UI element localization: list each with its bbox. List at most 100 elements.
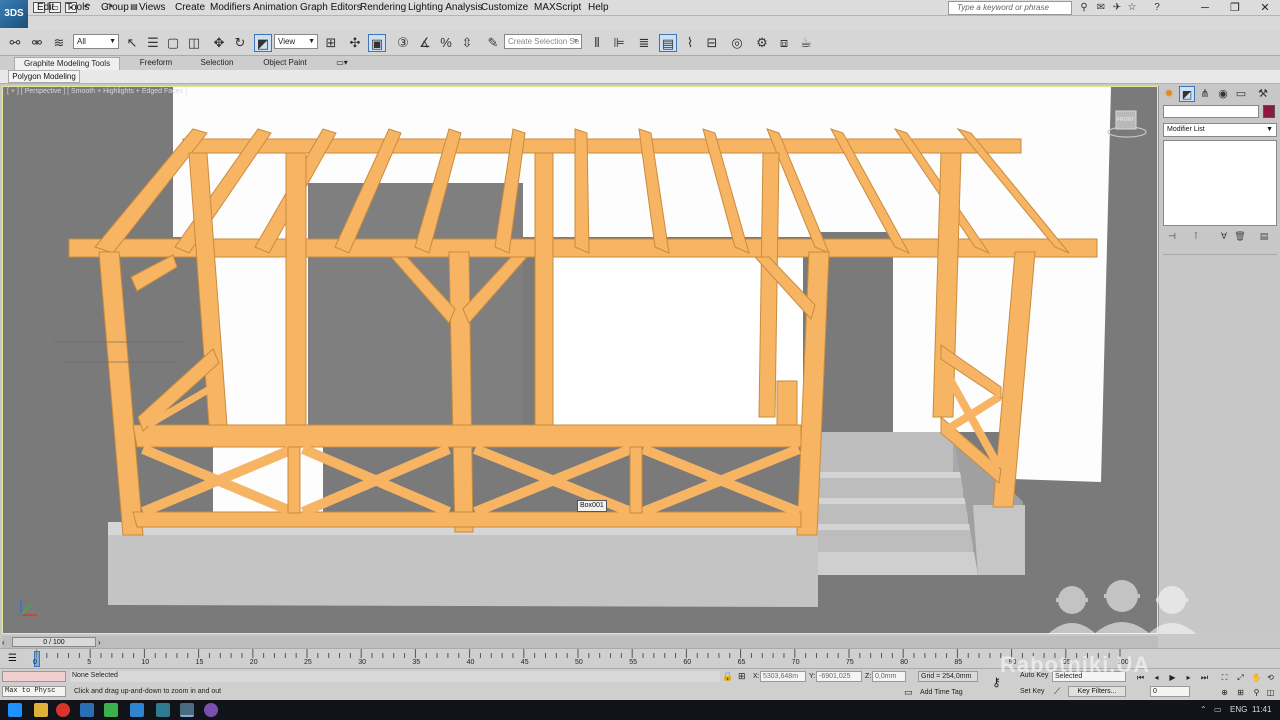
zoom-all-icon[interactable]: ⊞	[1234, 687, 1247, 698]
maximize-button[interactable]: ❐	[1220, 0, 1250, 16]
remove-modifier-icon[interactable]: 🗑	[1233, 230, 1247, 242]
next-key-icon[interactable]: ▸	[1182, 672, 1195, 683]
viewport-label[interactable]: [ + ] [ Perspective ] [ Smooth + Highlig…	[7, 88, 187, 95]
menu-group[interactable]: Group	[101, 2, 129, 13]
render-setup-icon[interactable]: ⚙	[753, 34, 771, 52]
select-manipulate-icon[interactable]: ✣	[346, 34, 364, 52]
set-key-icon[interactable]: ⟋	[1054, 686, 1060, 697]
percent-snap-icon[interactable]: %	[437, 34, 455, 52]
next-frame-icon[interactable]: ›	[98, 638, 101, 647]
viber-icon[interactable]	[204, 703, 218, 717]
mirror-icon[interactable]: ⫴	[588, 34, 606, 52]
scale-icon[interactable]: ◩	[254, 34, 272, 52]
orbit-icon[interactable]: ⟲	[1264, 672, 1277, 683]
search-input[interactable]: Type a keyword or phrase	[948, 1, 1072, 15]
layer-manager-icon[interactable]: ≣	[635, 34, 653, 52]
keyboard-shortcut-override-icon[interactable]: ▣	[368, 34, 386, 52]
tab-freeform[interactable]: Freeform	[128, 57, 184, 70]
modifier-list-dropdown[interactable]: Modifier List ▼	[1163, 123, 1277, 137]
show-end-result-icon[interactable]: ⊺	[1189, 230, 1203, 242]
3dsmax-taskbar-icon[interactable]	[180, 703, 194, 717]
align-icon[interactable]: ⊫	[610, 34, 628, 52]
play-icon[interactable]: ▶	[1166, 672, 1179, 683]
menu-lighting-analysis[interactable]: Lighting Analysis	[408, 2, 483, 13]
menu-create[interactable]: Create	[175, 2, 205, 13]
rectangular-selection-icon[interactable]: ▢	[164, 34, 182, 52]
curve-editor-icon[interactable]: ⌇	[681, 34, 699, 52]
render-production-icon[interactable]: ☕	[797, 34, 815, 52]
previous-frame-icon[interactable]: ◂	[1150, 672, 1163, 683]
select-link-icon[interactable]: ⚯	[6, 34, 24, 52]
minimize-button[interactable]: ─	[1190, 0, 1220, 16]
photoshop-icon[interactable]	[80, 703, 94, 717]
zoom-icon[interactable]: ⊕	[1218, 687, 1231, 698]
opera-browser-icon[interactable]	[56, 703, 70, 717]
tab-selection[interactable]: Selection	[192, 57, 242, 70]
walk-through-icon[interactable]: ⚲	[1250, 687, 1263, 698]
z-coordinate-field[interactable]: 0,0mm	[872, 671, 906, 682]
object-color-swatch[interactable]	[1263, 105, 1275, 118]
select-object-icon[interactable]: ↖	[123, 34, 141, 52]
maximize-viewport-icon[interactable]: ◫	[1264, 687, 1277, 698]
menu-modifiers[interactable]: Modifiers	[210, 2, 251, 13]
graphite-toggle-icon[interactable]: ▤	[659, 34, 677, 52]
add-time-tag-button[interactable]: Add Time Tag	[920, 689, 963, 696]
favorites-star-icon[interactable]: ☆	[1125, 1, 1139, 15]
perspective-viewport[interactable]: [ + ] [ Perspective ] [ Smooth + Highlig…	[2, 86, 1158, 634]
app-logo[interactable]: 3DS	[0, 0, 28, 28]
menu-animation[interactable]: Animation	[253, 2, 297, 13]
create-tab-icon[interactable]: ✹	[1161, 86, 1177, 102]
material-editor-icon[interactable]: ◎	[728, 34, 746, 52]
help-icon[interactable]: ?	[1150, 1, 1164, 15]
menu-maxscript[interactable]: MAXScript	[534, 2, 581, 13]
hierarchy-tab-icon[interactable]: ⋔	[1197, 86, 1213, 102]
menu-customize[interactable]: Customize	[481, 2, 528, 13]
current-frame-field[interactable]: 0	[1150, 686, 1190, 697]
menu-edit[interactable]: Edit	[37, 2, 54, 13]
pivot-center-icon[interactable]: ⊞	[322, 34, 340, 52]
communication-icon[interactable]: ✉	[1094, 1, 1108, 15]
time-tag-icon[interactable]: ▭	[904, 687, 913, 698]
time-slider-thumb[interactable]: 0 / 100	[12, 637, 96, 647]
tab-object-paint[interactable]: Object Paint	[254, 57, 316, 70]
tray-arrow-icon[interactable]: ⌃	[1200, 705, 1207, 714]
network-icon[interactable]: ▭	[1214, 705, 1222, 714]
modifier-stack[interactable]	[1163, 140, 1277, 226]
absolute-mode-icon[interactable]: ⊞	[738, 671, 746, 682]
menu-graph-editors[interactable]: Graph Editors	[300, 2, 362, 13]
key-filters-button[interactable]: Key Filters...	[1068, 686, 1126, 697]
y-coordinate-field[interactable]: -6901,025	[816, 671, 862, 682]
selection-filter-dropdown[interactable]: All ▼	[73, 34, 119, 49]
menu-views[interactable]: Views	[139, 2, 166, 13]
menu-tools[interactable]: Tools	[66, 2, 89, 13]
bind-space-warp-icon[interactable]: ≋	[50, 34, 68, 52]
subscription-icon[interactable]: ✈	[1110, 1, 1124, 15]
object-name-field[interactable]	[1163, 105, 1259, 118]
select-by-name-icon[interactable]: ☰	[144, 34, 162, 52]
green-app-icon[interactable]	[104, 703, 118, 717]
maxscript-listener-top[interactable]	[2, 671, 66, 682]
menu-help[interactable]: Help	[588, 2, 609, 13]
pin-stack-icon[interactable]: ⊣	[1165, 230, 1179, 242]
schematic-view-icon[interactable]: ⊟	[703, 34, 721, 52]
ribbon-options-icon[interactable]: ▭▾	[332, 57, 352, 70]
spinner-snap-icon[interactable]: ⇳	[458, 34, 476, 52]
tab-graphite-modeling-tools[interactable]: Graphite Modeling Tools	[14, 57, 120, 70]
unlink-icon[interactable]: ⚮	[28, 34, 46, 52]
snaps-toggle-icon[interactable]: ③	[394, 34, 412, 52]
selection-lock-icon[interactable]: 🔒	[722, 671, 733, 682]
clock[interactable]: 11:41	[1252, 705, 1271, 714]
zoom-extents-icon[interactable]: ⛶	[1218, 672, 1231, 683]
utilities-tab-icon[interactable]: ⚒	[1255, 86, 1271, 102]
make-unique-icon[interactable]: ∀	[1217, 230, 1231, 242]
prev-frame-icon[interactable]: ‹	[2, 638, 5, 647]
close-button[interactable]: ✕	[1250, 0, 1280, 16]
rotate-icon[interactable]: ↻	[231, 34, 249, 52]
menu-rendering[interactable]: Rendering	[360, 2, 406, 13]
modify-tab-icon[interactable]: ◩	[1179, 86, 1195, 102]
input-language[interactable]: ENG	[1230, 705, 1247, 714]
mini-curve-editor-icon[interactable]: ☰	[8, 653, 17, 664]
move-icon[interactable]: ✥	[210, 34, 228, 52]
edit-named-selection-icon[interactable]: ✎	[484, 34, 502, 52]
window-crossing-icon[interactable]: ◫	[185, 34, 203, 52]
